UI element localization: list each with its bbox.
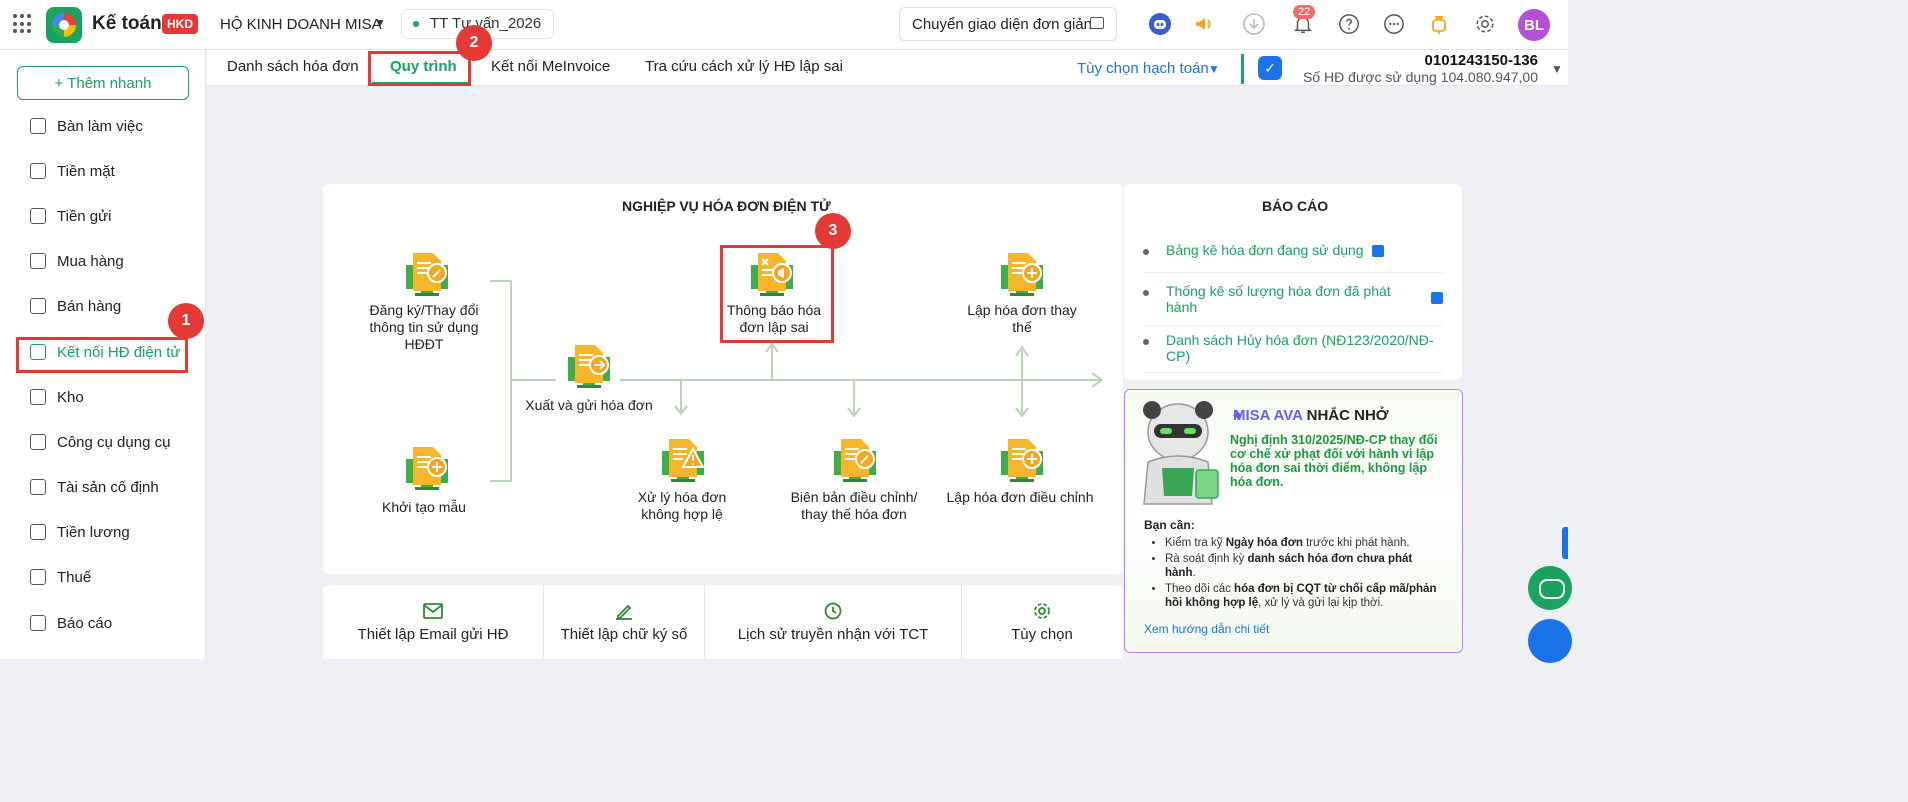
tct-history-label: Lịch sử truyền nhận với TCT — [737, 625, 929, 643]
report-link-invoice-list[interactable]: Bảng kê hóa đơn đang sử dụng — [1143, 242, 1443, 258]
node-invalid-label[interactable]: Xử lý hóa đơn không hợp lệ — [626, 489, 738, 523]
report-link-issued-stats[interactable]: Thống kê số lượng hóa đơn đã phát hành — [1143, 283, 1443, 315]
community-button[interactable] — [1528, 619, 1572, 663]
step-marker-3: 3 — [815, 213, 851, 249]
side-panel-toggle[interactable] — [1562, 527, 1568, 559]
report-link-cancelled-list[interactable]: Danh sách Hủy hóa đơn (NĐ123/2020/NĐ-CP) — [1143, 332, 1443, 364]
ava-robot-mascot-icon — [1143, 401, 1219, 505]
chat-support-button[interactable] — [1528, 566, 1572, 610]
ava-tip: Rà soát định kỳ danh sách hóa đơn chưa p… — [1165, 552, 1441, 580]
sparkle-icon: ✦ — [1231, 408, 1245, 425]
register-info-icon[interactable] — [403, 251, 451, 299]
report-label: Thống kê số lượng hóa đơn đã phát hành — [1166, 283, 1391, 315]
node-adjust-label[interactable]: Lập hóa đơn điều chỉnh — [944, 489, 1096, 506]
reports-title: BÁO CÁO — [1262, 198, 1329, 214]
node-issue-label[interactable]: Xuất và gửi hóa đơn — [516, 397, 662, 414]
divider — [1143, 272, 1443, 273]
gear-icon — [1034, 602, 1050, 619]
email-setup-label: Thiết lập Email gửi HĐ — [357, 625, 509, 643]
tct-history-button[interactable]: Lịch sử truyền nhận với TCT — [705, 585, 961, 659]
node-template-label[interactable]: Khởi tạo mẫu — [360, 499, 488, 516]
node-register-label[interactable]: Đăng ký/Thay đổi thông tin sử dụng HĐĐT — [360, 302, 488, 353]
node-replace-label[interactable]: Lập hóa đơn thay thế — [966, 302, 1078, 336]
node-notify-wrong-label[interactable]: Thông báo hóa đơn lập sai — [722, 302, 826, 336]
signature-setup-button[interactable]: Thiết lập chữ ký số — [544, 585, 704, 659]
report-type-icon — [1371, 245, 1384, 258]
ava-guide-link[interactable]: Xem hướng dẫn chi tiết — [1144, 622, 1269, 636]
ava-title: MISA AVA NHẮC NHỞ — [1233, 407, 1389, 424]
ava-need-label: Bạn cần: — [1144, 518, 1195, 532]
pen-icon — [616, 604, 632, 620]
ava-tips-list: Kiểm tra kỹ Ngày hóa đơn trước khi phát … — [1151, 536, 1441, 612]
divider — [1143, 372, 1443, 373]
ava-title-suffix: NHẮC NHỞ — [1302, 407, 1389, 424]
divider — [1143, 325, 1443, 326]
ava-decree-text: Nghị định 310/2025/NĐ-CP thay đổi cơ chế… — [1230, 433, 1438, 489]
mail-icon — [423, 602, 443, 619]
issue-send-invoice-icon[interactable] — [565, 343, 613, 391]
ava-tip: Theo dõi các hóa đơn bị CQT từ chối cấp … — [1165, 582, 1441, 610]
history-icon — [824, 602, 842, 619]
notify-wrong-invoice-icon[interactable] — [748, 251, 796, 299]
report-type-icon — [1431, 292, 1443, 304]
options-label: Tùy chọn — [1011, 625, 1073, 643]
ava-tip: Kiểm tra kỹ Ngày hóa đơn trước khi phát … — [1165, 536, 1441, 550]
bottom-toolbar: Thiết lập Email gửi HĐ Thiết lập chữ ký … — [323, 585, 1123, 659]
signature-setup-label: Thiết lập chữ ký số — [560, 625, 688, 643]
node-minutes-label[interactable]: Biên bản điều chỉnh/ thay thế hóa đơn — [786, 489, 922, 523]
create-template-icon[interactable] — [403, 445, 451, 493]
adjust-minutes-icon[interactable] — [831, 437, 879, 485]
replace-invoice-icon[interactable] — [998, 251, 1046, 299]
email-setup-button[interactable]: Thiết lập Email gửi HĐ — [323, 585, 543, 659]
invalid-invoice-icon[interactable] — [659, 437, 707, 485]
report-label: Bảng kê hóa đơn đang sử dụng — [1166, 242, 1364, 258]
options-button[interactable]: Tùy chọn — [962, 585, 1122, 659]
adjust-invoice-icon[interactable] — [998, 437, 1046, 485]
